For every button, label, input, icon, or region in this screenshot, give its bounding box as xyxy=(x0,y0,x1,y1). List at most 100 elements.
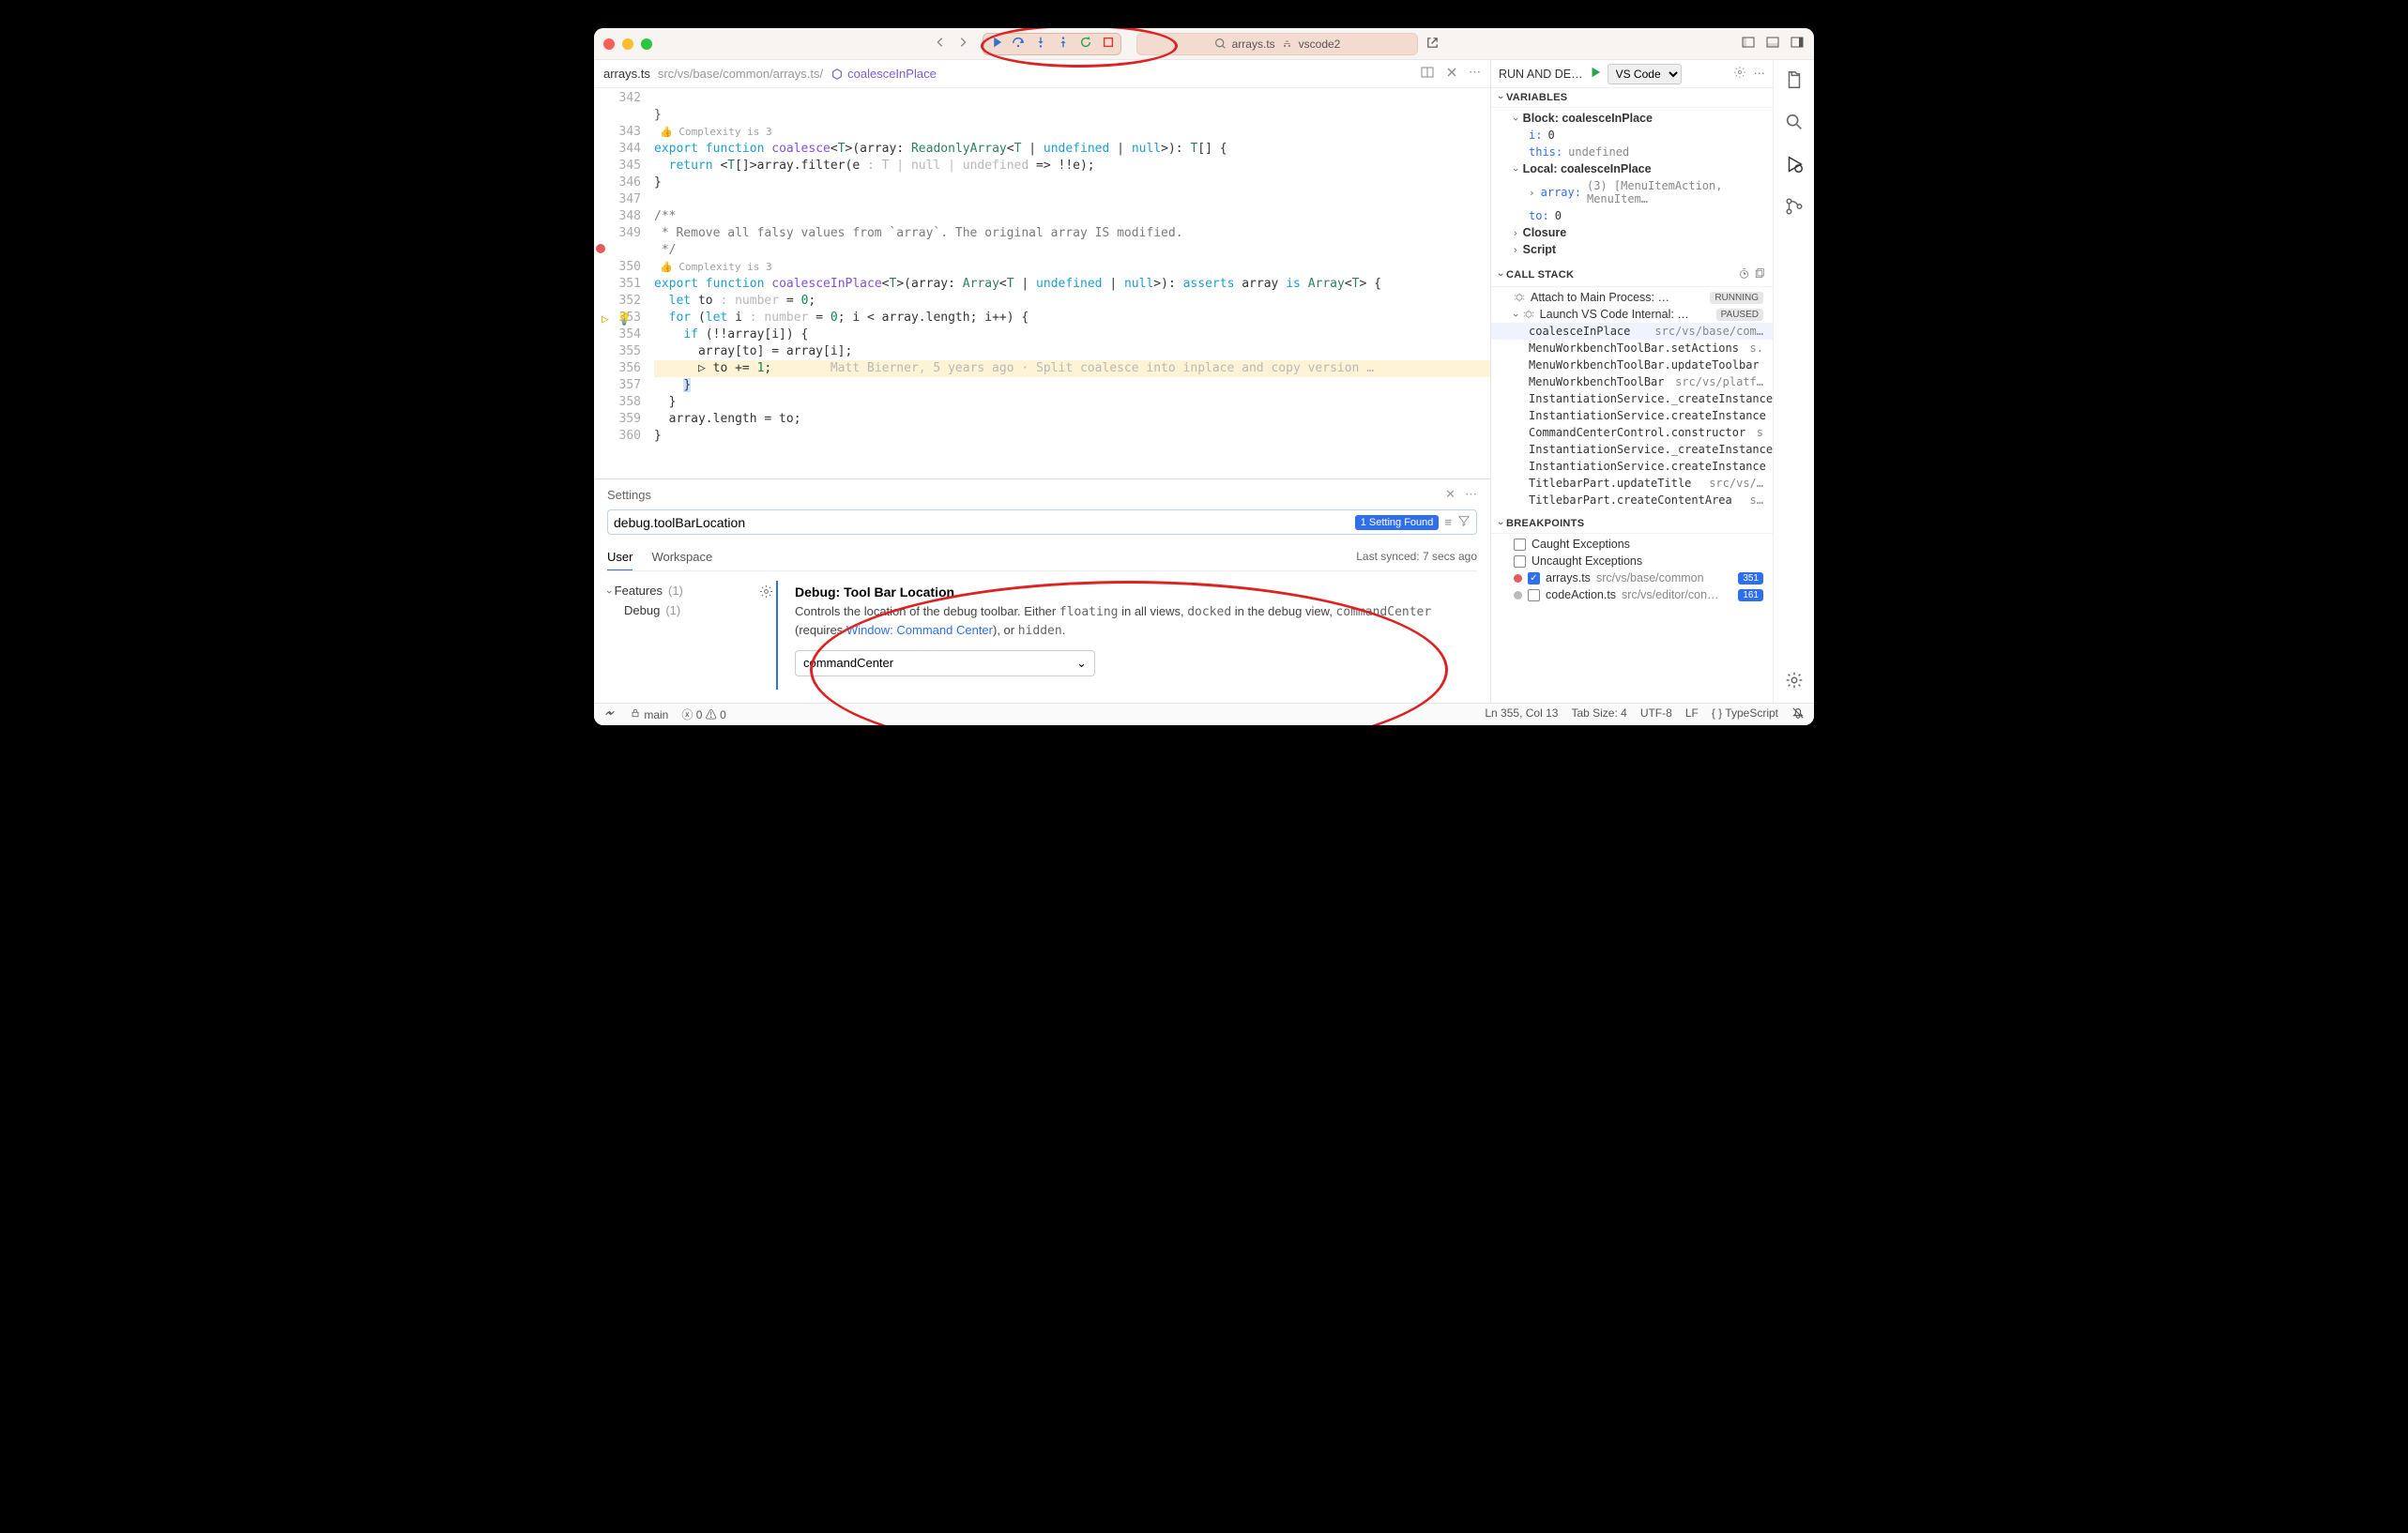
debug-stop-button[interactable] xyxy=(1102,36,1115,52)
breakpoints-header[interactable]: BREAKPOINTS xyxy=(1491,514,1773,534)
command-center-file: arrays.ts xyxy=(1232,38,1275,51)
debug-config-select[interactable]: VS Code xyxy=(1608,64,1682,84)
method-icon xyxy=(831,68,844,81)
tab-more-button[interactable]: ⋯ xyxy=(1469,65,1481,83)
debug-toolbar xyxy=(983,33,1121,55)
stack-frame[interactable]: InstantiationService.createInstance xyxy=(1491,458,1773,475)
editor-group: arrays.ts src/vs/base/common/arrays.ts/ … xyxy=(594,60,1491,703)
manage-button[interactable] xyxy=(1784,670,1805,693)
toggle-panel-button[interactable] xyxy=(1765,35,1780,53)
start-debug-button[interactable] xyxy=(1589,66,1602,82)
gear-icon[interactable] xyxy=(759,584,773,601)
settings-search: 1 Setting Found ≡ xyxy=(607,509,1477,535)
thread-2[interactable]: Launch VS Code Internal: …PAUSED xyxy=(1491,306,1773,323)
filter-settings-button[interactable] xyxy=(1457,514,1471,530)
breadcrumb-symbol[interactable]: coalesceInPlace xyxy=(831,67,937,81)
close-window-button[interactable] xyxy=(603,38,615,50)
settings-search-input[interactable] xyxy=(614,515,1349,530)
setting-value: commandCenter xyxy=(803,656,893,670)
debug-badge: 4 xyxy=(1814,163,1815,173)
stack-frame[interactable]: MenuWorkbenchToolBar.setActionss. xyxy=(1491,340,1773,357)
scope-closure[interactable]: Closure xyxy=(1491,224,1773,241)
stack-frame[interactable]: MenuWorkbenchToolBarsrc/vs/platf… xyxy=(1491,373,1773,390)
problems-button[interactable]: ⓧ 0 ⚠ 0 xyxy=(681,706,725,722)
search-tab[interactable] xyxy=(1784,112,1805,135)
stack-frame[interactable]: InstantiationService.createInstance xyxy=(1491,407,1773,424)
scope-workspace-tab[interactable]: Workspace xyxy=(651,544,712,570)
tab-size[interactable]: Tab Size: 4 xyxy=(1571,706,1626,722)
toggle-secondary-sidebar-button[interactable] xyxy=(1790,35,1805,53)
debug-header: RUN AND DE… VS Code ⋯ xyxy=(1491,60,1773,88)
lock-icon xyxy=(630,707,641,719)
breadcrumb-path[interactable]: src/vs/base/common/arrays.ts/ xyxy=(658,67,823,81)
scope-block[interactable]: Block: coalesceInPlace xyxy=(1491,110,1773,127)
bp-file-1[interactable]: ✓arrays.ts src/vs/base/common351 xyxy=(1491,569,1773,586)
cursor-position[interactable]: Ln 355, Col 13 xyxy=(1485,706,1558,722)
timer-icon[interactable] xyxy=(1738,267,1750,280)
language-mode[interactable]: { } TypeScript xyxy=(1712,706,1778,722)
setting-description: Controls the location of the debug toolb… xyxy=(795,603,1468,641)
nav-back-button[interactable] xyxy=(934,36,947,52)
search-icon xyxy=(1214,38,1227,50)
stack-frame[interactable]: InstantiationService._createInstance xyxy=(1491,441,1773,458)
notifications-button[interactable] xyxy=(1791,706,1805,722)
tab-filename[interactable]: arrays.ts xyxy=(603,67,650,81)
setting-link[interactable]: Window: Command Center xyxy=(846,623,993,637)
remote-button[interactable] xyxy=(603,706,617,722)
toggle-primary-sidebar-button[interactable] xyxy=(1741,35,1756,53)
close-tab-button[interactable] xyxy=(1444,65,1459,83)
debug-settings-gear[interactable] xyxy=(1733,66,1746,82)
minimize-window-button[interactable] xyxy=(622,38,633,50)
debug-step-into-button[interactable] xyxy=(1034,36,1047,52)
tree-features[interactable]: Features (1) xyxy=(607,581,757,600)
settings-found-badge: 1 Setting Found xyxy=(1355,515,1440,530)
eol[interactable]: LF xyxy=(1685,706,1699,722)
maximize-window-button[interactable] xyxy=(641,38,652,50)
code-editor[interactable]: ▷ 💡 342343344345346347348349350351352353… xyxy=(594,88,1490,478)
layout-controls xyxy=(1741,35,1805,53)
stack-frame[interactable]: TitlebarPart.createContentAreas… xyxy=(1491,492,1773,508)
bp-file-2[interactable]: codeAction.ts src/vs/editor/con…161 xyxy=(1491,586,1773,603)
stack-frame[interactable]: InstantiationService._createInstance xyxy=(1491,390,1773,407)
bp-caught[interactable]: Caught Exceptions xyxy=(1491,536,1773,553)
command-center[interactable]: arrays.ts vscode2 xyxy=(1136,33,1418,55)
scope-local[interactable]: Local: coalesceInPlace xyxy=(1491,160,1773,177)
thread-1[interactable]: Attach to Main Process: …RUNNING xyxy=(1491,289,1773,306)
open-external-button[interactable] xyxy=(1425,36,1440,53)
tree-debug[interactable]: Debug (1) xyxy=(607,600,757,620)
debug-view-title: RUN AND DE… xyxy=(1499,68,1583,81)
branch-button[interactable]: main xyxy=(630,707,668,721)
settings-more-button[interactable]: ⋯ xyxy=(1465,487,1477,502)
split-editor-button[interactable] xyxy=(1420,65,1435,83)
copy-icon[interactable] xyxy=(1753,267,1765,280)
bug-icon xyxy=(1523,309,1534,320)
run-debug-tab[interactable]: 4 xyxy=(1784,154,1805,177)
breakpoints-body: Caught Exceptions Uncaught Exceptions ✓a… xyxy=(1491,534,1773,609)
debug-step-out-button[interactable] xyxy=(1057,36,1070,52)
callstack-body: Attach to Main Process: …RUNNING Launch … xyxy=(1491,287,1773,514)
setting-dropdown[interactable]: commandCenter ⌄ xyxy=(795,650,1095,676)
stack-frame[interactable]: coalesceInPlace src/vs/base/com… xyxy=(1491,323,1773,340)
debug-more-button[interactable]: ⋯ xyxy=(1754,66,1766,82)
stack-frame[interactable]: MenuWorkbenchToolBar.updateToolbar xyxy=(1491,357,1773,373)
explorer-tab[interactable] xyxy=(1784,69,1805,93)
settings-close-button[interactable]: ✕ xyxy=(1445,487,1455,502)
encoding[interactable]: UTF-8 xyxy=(1640,706,1672,722)
stack-frame[interactable]: TitlebarPart.updateTitlesrc/vs/… xyxy=(1491,475,1773,492)
callstack-header[interactable]: CALL STACK xyxy=(1491,264,1773,287)
scope-user-tab[interactable]: User xyxy=(607,544,632,570)
debug-continue-button[interactable] xyxy=(989,36,1002,52)
bp-uncaught[interactable]: Uncaught Exceptions xyxy=(1491,553,1773,569)
nav-forward-button[interactable] xyxy=(956,36,969,52)
activity-bar: 4 xyxy=(1773,60,1814,703)
clear-search-button[interactable]: ≡ xyxy=(1444,515,1452,529)
settings-title: Settings xyxy=(607,488,651,502)
variables-header[interactable]: VARIABLES xyxy=(1491,88,1773,108)
debug-restart-button[interactable] xyxy=(1079,36,1092,52)
debug-alt-icon xyxy=(1281,38,1293,50)
chevron-down-icon: ⌄ xyxy=(1076,656,1087,671)
scope-script[interactable]: Script xyxy=(1491,241,1773,258)
source-control-tab[interactable] xyxy=(1784,196,1805,220)
debug-step-over-button[interactable] xyxy=(1012,36,1025,52)
stack-frame[interactable]: CommandCenterControl.constructors xyxy=(1491,424,1773,441)
